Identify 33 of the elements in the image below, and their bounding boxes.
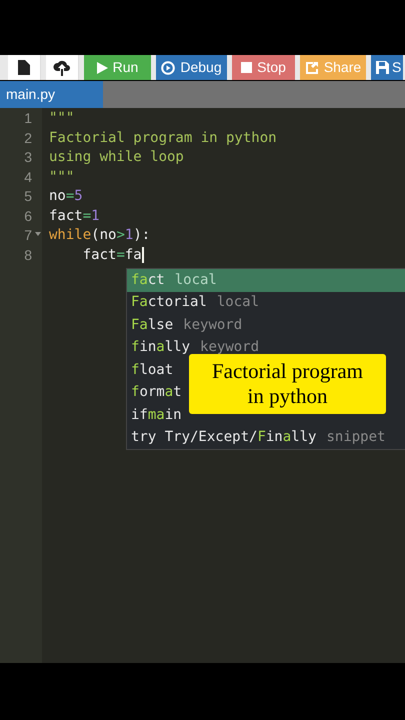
new-file-button[interactable] <box>8 55 41 80</box>
suggestion-item[interactable]: try Try/Except/Finally snippet <box>127 426 405 449</box>
suggestion-item[interactable]: Factorial local <box>127 292 405 314</box>
file-tab[interactable]: main.py <box>0 81 103 108</box>
suggestion-item[interactable]: False keyword <box>127 314 405 336</box>
line-number: 4 <box>24 168 32 187</box>
line-number: 6 <box>24 206 32 226</box>
suggestion-item[interactable]: fact local <box>127 269 405 292</box>
line-number: 1 <box>24 109 32 128</box>
play-circle-icon <box>161 60 176 74</box>
fold-arrow-icon[interactable] <box>35 232 41 236</box>
caption-toast: Factorial program in python <box>189 354 386 414</box>
cloud-upload-icon <box>53 60 71 76</box>
line-number: 2 <box>24 128 32 148</box>
share-icon <box>304 60 319 74</box>
upload-button[interactable] <box>46 55 79 80</box>
line-number: 3 <box>24 148 32 168</box>
line-number: 8 <box>24 246 32 265</box>
file-icon <box>18 60 30 75</box>
code-line: fact=fa <box>82 246 144 265</box>
save-button[interactable]: S <box>371 55 404 80</box>
code-line: no=5 <box>49 187 83 206</box>
play-icon <box>96 62 108 74</box>
code-line: while(no>1): <box>49 226 150 246</box>
line-number: 7 <box>24 226 32 246</box>
code-line: fact=1 <box>49 206 100 226</box>
code-line: using while loop <box>49 148 184 168</box>
line-number: 5 <box>24 187 32 206</box>
debug-button[interactable]: Debug <box>156 55 227 80</box>
code-line: """ <box>49 109 74 128</box>
stop-icon <box>241 62 252 73</box>
code-line: Factorial program in python <box>49 128 277 148</box>
code-line: """ <box>49 168 74 187</box>
